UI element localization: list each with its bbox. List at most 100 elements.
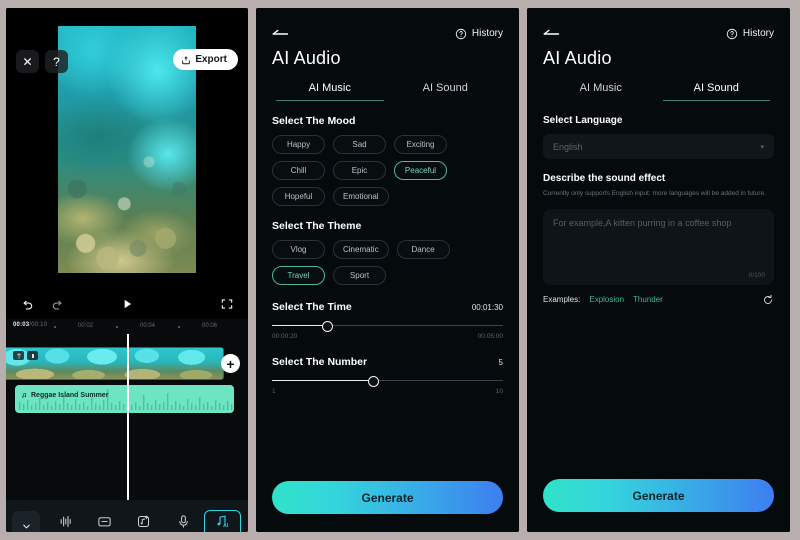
toolbar-item-ai-audio[interactable]: AI AI Audio bbox=[203, 509, 241, 532]
toolbar-item-files[interactable]: Files bbox=[86, 511, 123, 532]
theme-section-title: Select The Theme bbox=[272, 220, 362, 232]
slider-fill bbox=[272, 380, 374, 382]
slider-knob[interactable] bbox=[368, 375, 380, 387]
mood-chip-chill[interactable]: Chill bbox=[272, 161, 325, 180]
tab-ai-sound[interactable]: AI Sound bbox=[388, 82, 504, 101]
help-icon[interactable]: ? bbox=[45, 50, 68, 73]
export-label: Export bbox=[195, 54, 227, 65]
timeline[interactable]: + Reggae Island Summer bbox=[6, 334, 248, 500]
help-circle-icon bbox=[726, 28, 738, 39]
generate-button[interactable]: Generate bbox=[272, 481, 503, 514]
folder-icon bbox=[98, 516, 111, 526]
add-clip-button[interactable]: + bbox=[221, 354, 240, 373]
character-counter: 0/100 bbox=[748, 271, 765, 279]
theme-chip-vlog[interactable]: Vlog bbox=[272, 240, 325, 259]
history-label: History bbox=[742, 28, 774, 39]
chevron-down-icon bbox=[22, 524, 30, 528]
number-slider[interactable] bbox=[272, 374, 503, 388]
history-label: History bbox=[471, 28, 503, 39]
theme-chip-sport[interactable]: Sport bbox=[333, 266, 386, 285]
time-slider-value: 00:01:30 bbox=[471, 303, 503, 312]
time-slider[interactable] bbox=[272, 319, 503, 333]
refresh-icon[interactable] bbox=[762, 294, 774, 306]
toolbar-item-extract-audio[interactable]: Extract Audio bbox=[125, 511, 162, 532]
theme-chip-dance[interactable]: Dance bbox=[396, 240, 450, 259]
mood-section-title: Select The Mood bbox=[272, 115, 356, 127]
waveform-graphic bbox=[19, 389, 233, 410]
tab-bar: AI Music AI Sound bbox=[543, 82, 774, 101]
toolbar-items: Sound FX Files Extra bbox=[46, 509, 242, 532]
language-label: Select Language bbox=[543, 115, 623, 126]
describe-label: Describe the sound effect bbox=[543, 173, 666, 184]
toolbar-item-sound-fx[interactable]: Sound FX bbox=[47, 511, 84, 532]
back-arrow-icon[interactable] bbox=[543, 28, 561, 40]
fullscreen-icon[interactable] bbox=[220, 297, 234, 311]
toolbar-item-record[interactable]: Record bbox=[165, 511, 202, 532]
ruler-tick-3: 00:06 bbox=[202, 323, 218, 329]
ruler-dot bbox=[54, 326, 56, 328]
clip-badges bbox=[13, 351, 38, 360]
sound-description-input[interactable]: For example,A kitten purring in a coffee… bbox=[543, 208, 774, 285]
number-slider-bounds: 1 10 bbox=[272, 388, 503, 395]
time-slider-label: Select The Time bbox=[272, 301, 352, 313]
describe-helper-text: Currently only supports English input; m… bbox=[543, 190, 766, 197]
current-time: 00:03 bbox=[13, 322, 30, 328]
waveform-icon bbox=[60, 515, 71, 527]
tab-ai-music[interactable]: AI Music bbox=[543, 82, 659, 101]
redo-icon[interactable] bbox=[51, 299, 65, 313]
mood-chip-emotional[interactable]: Emotional bbox=[333, 187, 389, 206]
play-icon[interactable] bbox=[120, 297, 134, 311]
example-explosion[interactable]: Explosion bbox=[589, 295, 624, 304]
theme-chip-travel[interactable]: Travel bbox=[272, 266, 325, 285]
history-button[interactable]: History bbox=[726, 28, 774, 40]
ai-sound-panel: History AI Audio AI Music AI Sound Selec… bbox=[527, 8, 790, 532]
mood-chip-group: Happy Sad Exciting Chill Epic Peaceful H… bbox=[272, 135, 503, 206]
time-slider-min: 00:00:20 bbox=[272, 333, 298, 340]
tab-bar: AI Music AI Sound bbox=[272, 82, 503, 101]
video-preview[interactable]: ✕ ? Export bbox=[6, 8, 248, 293]
collapse-toolbar-button[interactable] bbox=[12, 511, 40, 532]
slider-fill bbox=[272, 325, 328, 327]
mood-chip-hopeful[interactable]: Hopeful bbox=[272, 187, 325, 206]
slider-knob[interactable] bbox=[321, 320, 333, 332]
ruler-tick-1: 00:02 bbox=[78, 323, 94, 329]
video-track-clip[interactable] bbox=[6, 347, 224, 380]
mood-chip-happy[interactable]: Happy bbox=[272, 135, 325, 154]
undo-icon[interactable] bbox=[20, 299, 34, 313]
page-title: AI Audio bbox=[543, 48, 612, 68]
close-icon[interactable]: ✕ bbox=[16, 50, 39, 73]
playhead[interactable] bbox=[127, 334, 129, 500]
audio-track-clip[interactable]: Reggae Island Summer bbox=[15, 385, 234, 413]
export-button[interactable]: Export bbox=[173, 49, 238, 70]
tab-ai-sound[interactable]: AI Sound bbox=[659, 82, 775, 101]
mood-chip-exciting[interactable]: Exciting bbox=[394, 135, 447, 154]
time-slider-row: Select The Time 00:01:30 00:00:20 00:05:… bbox=[272, 301, 503, 340]
tab-ai-music[interactable]: AI Music bbox=[272, 82, 388, 101]
svg-text:AI: AI bbox=[223, 523, 229, 529]
mood-chip-sad[interactable]: Sad bbox=[333, 135, 386, 154]
language-select[interactable]: English ▾ bbox=[543, 134, 774, 159]
number-slider-row: Select The Number 5 1 10 bbox=[272, 356, 503, 395]
music-note-icon bbox=[22, 393, 27, 398]
volume-icon[interactable] bbox=[27, 351, 38, 360]
back-arrow-icon[interactable] bbox=[272, 28, 290, 40]
time-slider-bounds: 00:00:20 00:05:00 bbox=[272, 333, 503, 340]
audio-clip-label: Reggae Island Summer bbox=[21, 392, 108, 399]
mood-chip-peaceful[interactable]: Peaceful bbox=[394, 161, 447, 180]
ruler-tick-2: 00:04 bbox=[140, 323, 156, 329]
help-circle-icon bbox=[455, 28, 467, 39]
video-editor-panel: ✕ ? Export 00:03/00:10 00:02 00:04 00:06… bbox=[6, 8, 248, 532]
examples-label: Examples: bbox=[543, 295, 581, 305]
timeline-ruler[interactable]: 00:03/00:10 00:02 00:04 00:06 bbox=[6, 319, 248, 334]
history-button[interactable]: History bbox=[455, 28, 503, 40]
theme-chip-cinematic[interactable]: Cinematic bbox=[333, 240, 389, 259]
ruler-dot bbox=[178, 326, 180, 328]
generate-button[interactable]: Generate bbox=[543, 479, 774, 512]
upload-icon bbox=[182, 55, 191, 64]
ruler-dot bbox=[116, 326, 118, 328]
mood-chip-epic[interactable]: Epic bbox=[333, 161, 386, 180]
speed-icon[interactable] bbox=[13, 351, 24, 360]
examples-row: Examples: Explosion Thunder bbox=[543, 294, 774, 306]
ai-audio-icon: AI bbox=[217, 515, 229, 529]
example-thunder[interactable]: Thunder bbox=[633, 295, 663, 304]
